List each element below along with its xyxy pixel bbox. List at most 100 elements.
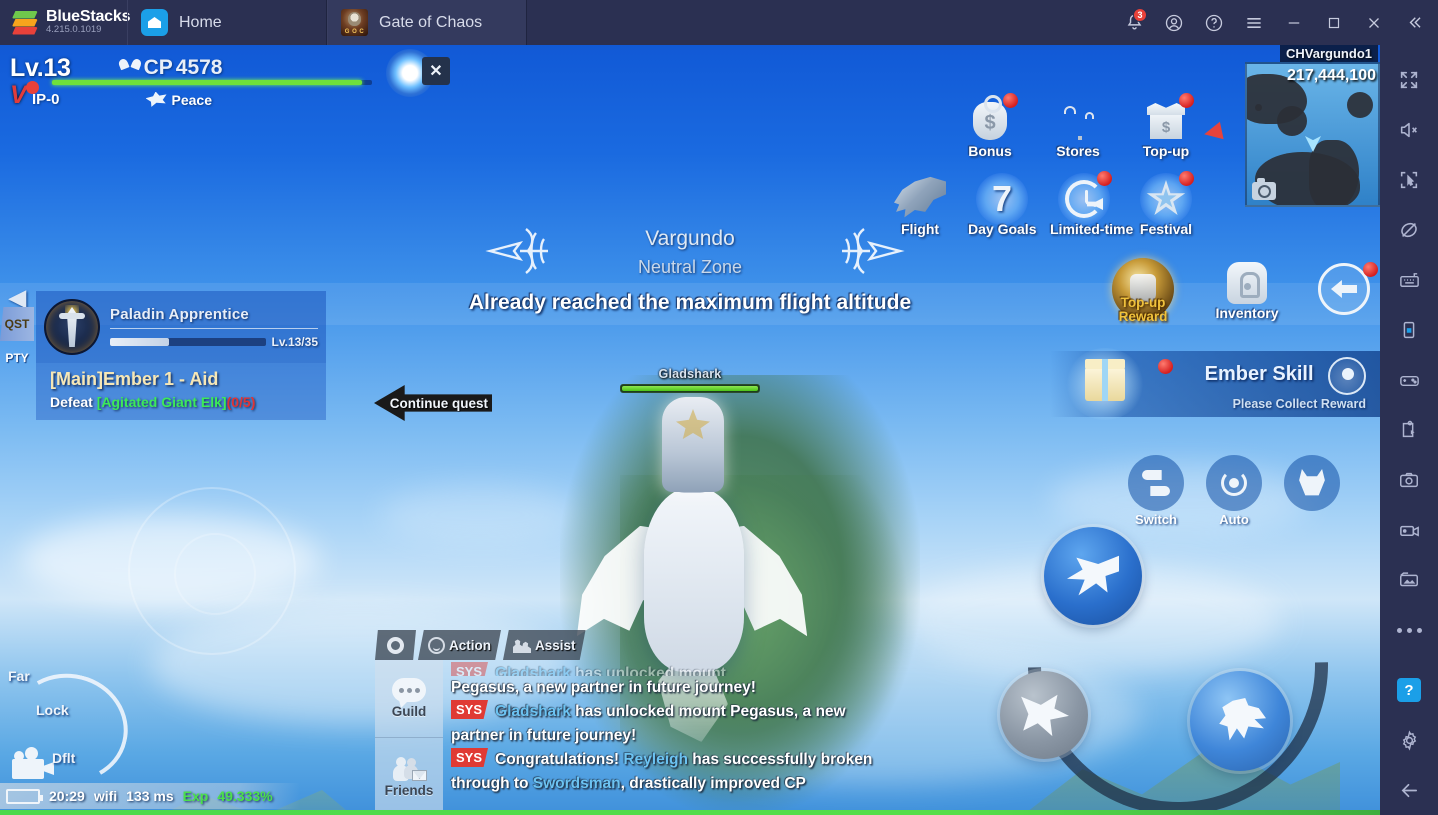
pet-icon bbox=[1299, 469, 1325, 496]
vip-red-dot bbox=[26, 81, 39, 94]
topup-reward-button[interactable]: Top-up Reward bbox=[1100, 258, 1186, 324]
sys-tag: SYS bbox=[451, 748, 489, 767]
auto-label: Auto bbox=[1219, 512, 1249, 527]
pegasus-icon bbox=[1219, 698, 1266, 741]
tab-party[interactable]: PTY bbox=[0, 341, 34, 375]
quest-panel[interactable]: Paladin Apprentice Lv.13/35 [Main]Ember … bbox=[36, 291, 326, 420]
brand-version: 4.215.0.1019 bbox=[46, 24, 102, 35]
notifications-button[interactable]: 3 bbox=[1114, 0, 1154, 45]
video-camera-icon bbox=[12, 747, 54, 779]
ping-value: 133 ms bbox=[126, 788, 174, 804]
exp-value: 49.333% bbox=[217, 788, 273, 804]
sidebar-item-mute[interactable] bbox=[1380, 105, 1438, 155]
sidebar-item-keymapping[interactable] bbox=[1380, 255, 1438, 305]
chat-settings-tab[interactable] bbox=[375, 630, 416, 660]
sidebar-item-settings[interactable] bbox=[1380, 715, 1438, 765]
chat-tab-assist[interactable]: Assist bbox=[503, 630, 586, 660]
chat-class: Swordsman bbox=[532, 775, 621, 792]
account-button[interactable] bbox=[1154, 0, 1194, 45]
minimap-coordinates: 217,444,100 bbox=[1287, 67, 1376, 84]
vip-v-icon: V bbox=[10, 81, 27, 109]
chat-tab-action[interactable]: Action bbox=[418, 630, 501, 660]
sidebar-item-help[interactable]: ? bbox=[1380, 665, 1438, 715]
auto-button[interactable]: Auto bbox=[1206, 455, 1262, 527]
left-tab-strip: QST PTY bbox=[0, 307, 36, 375]
quest-objective-prefix: Defeat bbox=[50, 394, 97, 410]
limited-time-button[interactable]: Limited-time bbox=[1050, 171, 1133, 237]
bonus-button[interactable]: $ Bonus bbox=[956, 93, 1024, 159]
stores-button[interactable]: Stores bbox=[1044, 95, 1112, 159]
festival-button[interactable]: Festival bbox=[1132, 171, 1200, 237]
switch-arrows-icon bbox=[1142, 470, 1170, 496]
tab-home[interactable]: Home bbox=[127, 0, 327, 45]
sidebar-item-gamepad[interactable] bbox=[1380, 355, 1438, 405]
camera-control[interactable]: Far Lock Dflt bbox=[0, 661, 166, 795]
chat-tabs: Action Assist bbox=[375, 630, 895, 660]
peace-status[interactable]: Peace bbox=[145, 91, 212, 108]
chat-bubble-icon bbox=[392, 678, 426, 702]
sidebar-item-more[interactable] bbox=[1380, 605, 1438, 655]
sidebar-item-media-manager[interactable] bbox=[1380, 555, 1438, 605]
hud-close-button[interactable]: ✕ bbox=[422, 57, 450, 85]
minimize-button[interactable] bbox=[1274, 0, 1314, 45]
chat-guild-button[interactable]: Guild bbox=[375, 660, 443, 738]
help-button[interactable] bbox=[1194, 0, 1234, 45]
skill-button-mount[interactable] bbox=[1190, 671, 1290, 771]
chat-body: has unlocked mount bbox=[570, 665, 726, 676]
menu-button[interactable] bbox=[1234, 0, 1274, 45]
topup-reward-label-line2: Reward bbox=[1118, 309, 1168, 324]
minimap-camera-icon[interactable] bbox=[1252, 178, 1276, 200]
tab-quest[interactable]: QST bbox=[0, 307, 34, 341]
quest-body[interactable]: [Main]Ember 1 - Aid Defeat [Agitated Gia… bbox=[36, 363, 326, 420]
seven-day-icon: 7 bbox=[976, 173, 1028, 225]
ember-skill-banner[interactable]: Ember Skill Please Collect Reward bbox=[1050, 348, 1380, 420]
sidebar-item-rotate[interactable] bbox=[1380, 305, 1438, 355]
camera-lock-label[interactable]: Lock bbox=[36, 702, 69, 718]
ellipsis-icon bbox=[1396, 627, 1422, 633]
switch-label: Switch bbox=[1135, 512, 1177, 527]
limited-time-red-dot bbox=[1097, 171, 1112, 186]
back-button[interactable] bbox=[1308, 262, 1380, 315]
sidebar-item-multi-point-control[interactable] bbox=[1380, 155, 1438, 205]
continue-quest-button[interactable]: Continue quest bbox=[374, 385, 492, 421]
title-bar: BlueStacks 4.215.0.1019 Home G O C Gate … bbox=[0, 0, 1438, 45]
inventory-button[interactable]: Inventory bbox=[1204, 257, 1290, 321]
flight-button[interactable]: Flight bbox=[886, 173, 954, 237]
titlebar-spacer bbox=[527, 0, 1114, 45]
sidebar-item-screenshot[interactable] bbox=[1380, 455, 1438, 505]
pet-button[interactable] bbox=[1284, 455, 1340, 511]
goc-badge-text: G O C bbox=[344, 29, 365, 35]
player-name: Gladshark bbox=[658, 367, 722, 381]
sidebar-item-eco-mode[interactable] bbox=[1380, 205, 1438, 255]
day-goals-button[interactable]: 7 Day Goals bbox=[968, 173, 1036, 237]
sidebar-item-fullscreen[interactable] bbox=[1380, 55, 1438, 105]
chat-friends-button[interactable]: Friends bbox=[375, 738, 443, 815]
sidebar-item-macro[interactable] bbox=[1380, 405, 1438, 455]
skill-button-secondary[interactable] bbox=[1000, 671, 1088, 759]
class-level-row: Lv.13/35 bbox=[110, 335, 318, 349]
game-viewport[interactable]: Gladshark Lv.13 CP 4578 ✕ V IP-0 Peace ◀… bbox=[0, 45, 1380, 815]
tab-gate-of-chaos[interactable]: G O C Gate of Chaos bbox=[327, 0, 527, 45]
top-icons-row-1: $ Bonus Stores $ Top-up bbox=[956, 93, 1200, 159]
rider-character bbox=[662, 397, 724, 492]
maximize-button[interactable] bbox=[1314, 0, 1354, 45]
ember-subtitle: Please Collect Reward bbox=[1232, 397, 1366, 411]
switch-button[interactable]: Switch bbox=[1128, 455, 1184, 527]
camera-far-label[interactable]: Far bbox=[8, 668, 30, 684]
virtual-joystick[interactable] bbox=[128, 487, 296, 655]
quest-objective-target: [Agitated Giant Elk] bbox=[96, 394, 227, 410]
camera-default-label[interactable]: Dflt bbox=[52, 750, 75, 766]
ember-red-dot bbox=[1158, 359, 1173, 374]
topup-button[interactable]: $ Top-up bbox=[1132, 93, 1200, 159]
vip-badge[interactable]: V IP-0 bbox=[10, 81, 60, 109]
continue-quest-label: Continue quest bbox=[389, 395, 488, 411]
sys-tag: SYS bbox=[451, 662, 489, 676]
chat-messages[interactable]: SYS Gladshark has unlocked mount Pegasus,… bbox=[443, 660, 895, 815]
sidebar-item-record[interactable] bbox=[1380, 505, 1438, 555]
skill-button-main-attack[interactable] bbox=[1044, 527, 1142, 625]
close-button[interactable] bbox=[1354, 0, 1394, 45]
collapse-sidebar-button[interactable] bbox=[1394, 0, 1434, 45]
class-progress-bar bbox=[110, 337, 266, 346]
sidebar-item-back[interactable] bbox=[1380, 765, 1438, 815]
collapse-icons-arrow[interactable]: ◄ bbox=[1195, 112, 1231, 151]
